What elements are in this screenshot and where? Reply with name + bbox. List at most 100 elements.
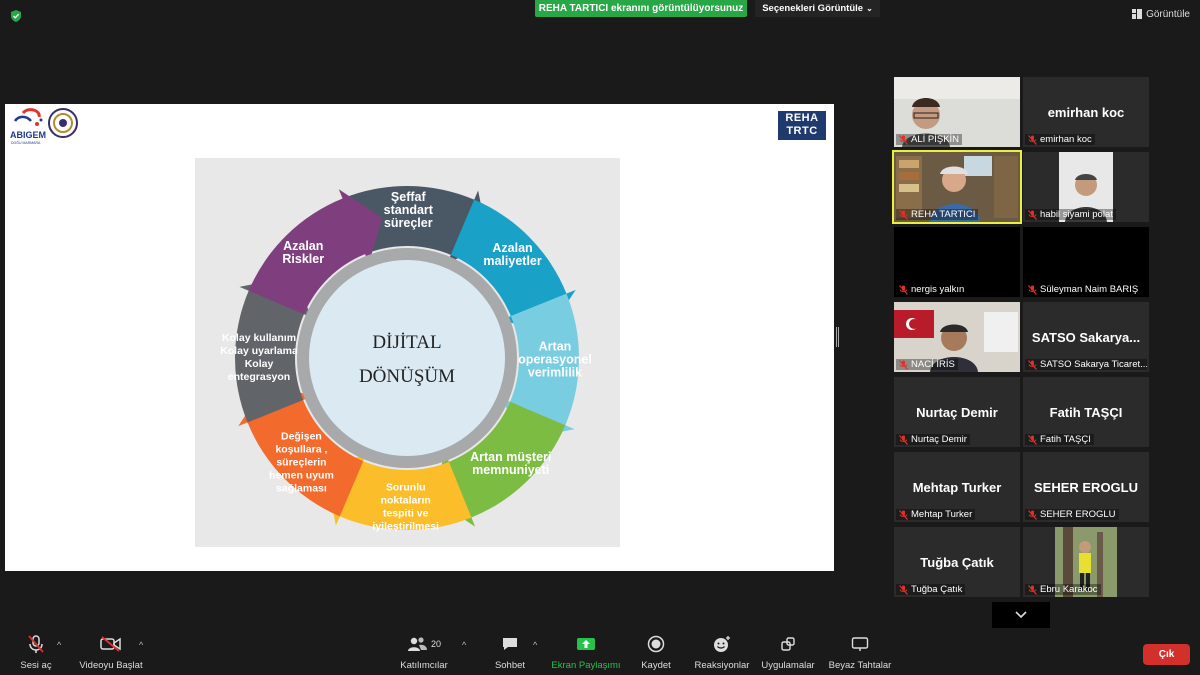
cycle-segment-label: Sorunlu: [386, 481, 426, 493]
leave-meeting-button[interactable]: Çık: [1143, 644, 1190, 665]
participant-name: Nurtaç Demir: [911, 434, 967, 445]
digital-transformation-cycle-diagram: ŞeffafstandartsüreçlerAzalanmaliyetlerAr…: [220, 186, 592, 532]
record-icon: [647, 635, 665, 653]
record-button[interactable]: Kaydet: [621, 632, 691, 671]
whiteboard-icon: [851, 637, 869, 651]
whiteboards-label: Beyaz Tahtalar: [828, 660, 892, 671]
svg-text:DOĞU MARMARA: DOĞU MARMARA: [11, 140, 41, 145]
participant-name-label: SEHER EROGLU: [1025, 509, 1119, 520]
view-button-label: Görüntüle: [1146, 8, 1190, 20]
participant-display-name: SATSO Sakarya...: [1031, 330, 1141, 345]
panel-resize-handle[interactable]: [836, 327, 839, 347]
center-title-line: DÖNÜŞÜM: [359, 366, 455, 387]
participant-tile[interactable]: Tuğba Çatık Tuğba Çatık: [894, 527, 1020, 597]
cycle-segment-label: verimlilik: [528, 365, 582, 379]
record-label: Kaydet: [641, 660, 671, 671]
gallery-scroll-down-button[interactable]: [992, 602, 1050, 628]
participant-display-name: Mehtap Turker: [912, 480, 1002, 495]
video-camera-off-icon: [100, 636, 121, 652]
microphone-muted-icon: [1028, 134, 1037, 145]
microphone-muted-icon: [1028, 584, 1037, 595]
participant-tile[interactable]: Nurtaç Demir Nurtaç Demir: [894, 377, 1020, 447]
center-title-line: DİJİTAL: [372, 332, 441, 353]
reactions-button[interactable]: Reaksiyonlar: [687, 632, 757, 671]
whiteboards-button[interactable]: Beyaz Tahtalar: [825, 632, 895, 671]
cycle-segment-label: tespiti ve: [383, 507, 429, 519]
participant-display-name: Nurtaç Demir: [916, 405, 998, 420]
audio-options-caret[interactable]: ^: [57, 640, 61, 650]
participants-options-caret[interactable]: ^: [462, 640, 466, 650]
microphone-muted-icon: [899, 359, 908, 370]
participant-name-label: habil siyami polat: [1025, 209, 1116, 220]
participant-tile[interactable]: habil siyami polat: [1023, 152, 1149, 222]
participant-name-label: Nurtaç Demir: [896, 434, 970, 445]
cycle-segment-label: Değişen: [281, 431, 322, 443]
share-screen-icon: [577, 638, 595, 650]
security-shield-icon[interactable]: [9, 9, 23, 23]
cycle-segment-label: memnuniyeti: [472, 463, 549, 477]
participant-display-name: SEHER EROGLU: [1033, 480, 1138, 495]
cycle-segment-label: Riskler: [282, 252, 324, 266]
participant-tile[interactable]: ALİ PİŞKİN: [894, 77, 1020, 147]
participant-tile[interactable]: Mehtap Turker Mehtap Turker: [894, 452, 1020, 522]
reha-logo-line2: TRTC: [786, 125, 818, 137]
chat-options-caret[interactable]: ^: [533, 640, 537, 650]
participant-name: ALİ PİŞKİN: [911, 134, 960, 145]
apps-button[interactable]: Uygulamalar: [753, 632, 823, 671]
participant-name-label: nergis yalkın: [896, 284, 968, 295]
cycle-segment-label: koşullara ,: [275, 444, 327, 456]
participant-name: SATSO Sakarya Ticaret...: [1040, 359, 1147, 370]
participant-name: Ebru Karakoc: [1040, 584, 1098, 595]
participant-name-label: REHA TARTICI: [896, 209, 979, 220]
chat-button[interactable]: Sohbet: [475, 632, 545, 671]
cycle-segment-label: Azalan: [283, 239, 323, 253]
microphone-muted-icon: [899, 584, 908, 595]
participant-tile[interactable]: SEHER EROGLU SEHER EROGLU: [1023, 452, 1149, 522]
unmute-button[interactable]: Sesi aç: [1, 632, 71, 671]
meeting-toolbar: Sesi aç ^ Videoyu Başlat ^ 20 Katılımcıl…: [0, 632, 1200, 675]
chat-bubble-icon: [503, 638, 517, 650]
start-video-button[interactable]: Videoyu Başlat: [76, 632, 146, 671]
video-options-caret[interactable]: ^: [139, 640, 143, 650]
participant-name: nergis yalkın: [911, 284, 965, 295]
reha-logo-line1: REHA: [785, 112, 819, 124]
zoom-meeting-window: REHA TARTICI ekranını görüntülüyorsunuz …: [0, 0, 1200, 675]
shared-screen[interactable]: ABIGEM DOĞU MARMARA REHA TRTC Şeffaf stan…: [5, 104, 834, 571]
participant-name: emirhan koc: [1040, 134, 1092, 145]
svg-text:ABIGEM: ABIGEM: [10, 130, 46, 140]
chat-label: Sohbet: [494, 660, 526, 671]
microphone-muted-icon: [1028, 509, 1037, 520]
participant-name: habil siyami polat: [1040, 209, 1113, 220]
participant-name-label: Süleyman Naim BARIŞ: [1025, 284, 1142, 295]
apps-icon: [781, 637, 795, 651]
view-options-button[interactable]: Seçenekleri Görüntüle ⌄: [755, 0, 880, 17]
view-options-label: Seçenekleri Görüntüle: [762, 3, 864, 14]
participant-name-label: Fatih TAŞÇI: [1025, 434, 1094, 445]
abigem-logo: ABIGEM DOĞU MARMARA: [10, 108, 46, 145]
cycle-segment-label: Artan müşteri: [470, 450, 551, 464]
microphone-muted-icon: [1028, 209, 1037, 220]
share-screen-button[interactable]: Ekran Paylaşımı: [551, 632, 621, 671]
participant-tile[interactable]: NACİ İRİS: [894, 302, 1020, 372]
cycle-segment-label: maliyetler: [483, 254, 542, 268]
participant-tile[interactable]: Ebru Karakoc: [1023, 527, 1149, 597]
chevron-down-icon: [1015, 611, 1027, 619]
participant-tile[interactable]: SATSO Sakarya... SATSO Sakarya Ticaret...: [1023, 302, 1149, 372]
participant-tile[interactable]: nergis yalkın: [894, 227, 1020, 297]
participant-tile[interactable]: Süleyman Naim BARIŞ: [1023, 227, 1149, 297]
screen-share-banner: REHA TARTICI ekranını görüntülüyorsunuz: [535, 0, 747, 17]
participant-tile[interactable]: emirhan koc emirhan koc: [1023, 77, 1149, 147]
center-circle: [309, 260, 505, 456]
participant-name-label: ALİ PİŞKİN: [896, 134, 963, 145]
participants-button[interactable]: 20 Katılımcılar: [389, 632, 459, 671]
reactions-label: Reaksiyonlar: [694, 660, 750, 671]
participant-display-name: emirhan koc: [1047, 105, 1125, 120]
participant-tile[interactable]: Fatih TAŞÇI Fatih TAŞÇI: [1023, 377, 1149, 447]
cycle-segment-label: Kolay kullanım: [222, 332, 296, 344]
microphone-muted-icon: [899, 134, 908, 145]
microphone-muted-icon: [1028, 434, 1037, 445]
view-button[interactable]: Görüntüle: [1132, 6, 1190, 22]
participant-tile[interactable]: REHA TARTICI: [892, 150, 1022, 224]
microphone-muted-icon: [899, 509, 908, 520]
participant-name-label: Mehtap Turker: [896, 509, 976, 520]
